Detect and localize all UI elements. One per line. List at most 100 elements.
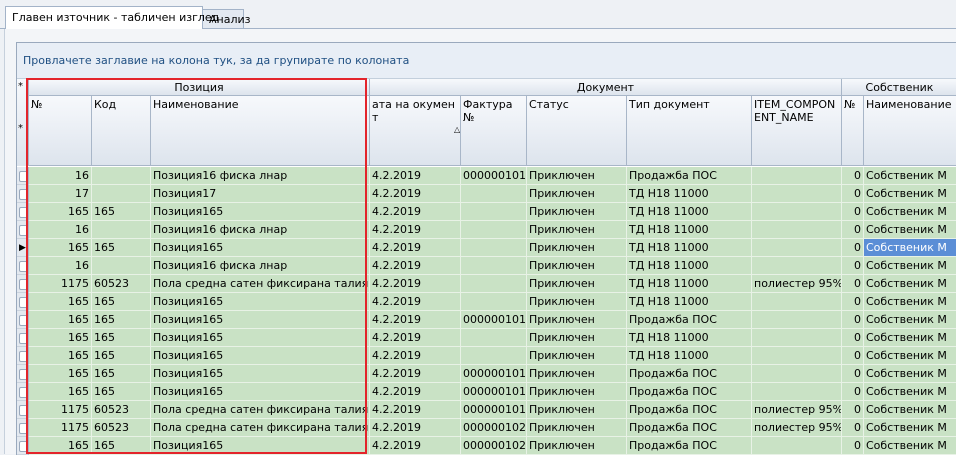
cell-code[interactable]: 165 <box>92 365 151 383</box>
cell-status[interactable]: Приключен <box>527 311 627 329</box>
cell-owner-no[interactable]: 0 <box>842 311 864 329</box>
cell-owner-no[interactable]: 0 <box>842 257 864 275</box>
cell-name[interactable]: Позиция165 <box>151 437 370 455</box>
cell-no[interactable]: 165 <box>29 239 92 257</box>
cell-owner-name[interactable]: Собственик М <box>864 437 956 455</box>
cell-no[interactable]: 165 <box>29 311 92 329</box>
cell-item-component[interactable] <box>752 167 842 185</box>
column-header-owner-no[interactable]: № <box>842 96 864 166</box>
cell-no[interactable]: 16 <box>29 221 92 239</box>
cell-owner-name[interactable]: Собственик М <box>864 239 956 257</box>
cell-owner-name[interactable]: Собственик М <box>864 347 956 365</box>
cell-owner-no[interactable]: 0 <box>842 167 864 185</box>
cell-owner-name[interactable]: Собственик М <box>864 383 956 401</box>
table-row[interactable]: 16 Позиция16 фиска лнар 4.2.2019 Приключен Т… <box>17 221 956 239</box>
cell-invoice[interactable] <box>461 239 527 257</box>
cell-item-component[interactable] <box>752 221 842 239</box>
cell-doctype[interactable]: ТД Н18 11000 <box>627 347 752 365</box>
cell-doctype[interactable]: ТД Н18 11000 <box>627 275 752 293</box>
cell-invoice[interactable] <box>461 275 527 293</box>
cell-owner-name[interactable]: Собственик М <box>864 257 956 275</box>
cell-status[interactable]: Приключен <box>527 221 627 239</box>
cell-date[interactable]: 4.2.2019 <box>370 203 461 221</box>
cell-date[interactable]: 4.2.2019 <box>370 275 461 293</box>
cell-owner-name[interactable]: Собственик М <box>864 311 956 329</box>
cell-date[interactable]: 4.2.2019 <box>370 257 461 275</box>
row-selector[interactable] <box>17 347 29 365</box>
cell-code[interactable]: 165 <box>92 293 151 311</box>
cell-owner-no[interactable]: 0 <box>842 329 864 347</box>
cell-owner-name[interactable]: Собственик М <box>864 419 956 437</box>
cell-name[interactable]: Позиция16 фиска лнар <box>151 167 370 185</box>
cell-doctype[interactable]: ТД Н18 11000 <box>627 185 752 203</box>
column-header-owner-name[interactable]: Наименование <box>864 96 956 166</box>
cell-item-component[interactable] <box>752 347 842 365</box>
cell-invoice[interactable] <box>461 203 527 221</box>
cell-doctype[interactable]: Продажба ПОС <box>627 419 752 437</box>
cell-no[interactable]: 165 <box>29 203 92 221</box>
cell-doctype[interactable]: ТД Н18 11000 <box>627 203 752 221</box>
table-row[interactable]: 165 165 Позиция165 4.2.2019 Приключен ТД Н18 … <box>17 293 956 311</box>
cell-date[interactable]: 4.2.2019 <box>370 311 461 329</box>
tab-main-grid[interactable]: Главен източник - табличен изглед <box>5 6 219 29</box>
cell-code[interactable] <box>92 185 151 203</box>
cell-item-component[interactable] <box>752 437 842 455</box>
cell-name[interactable]: Пола средна сатен фиксирана талия прел <box>151 275 370 293</box>
cell-owner-no[interactable]: 0 <box>842 419 864 437</box>
cell-date[interactable]: 4.2.2019 <box>370 167 461 185</box>
row-selector[interactable] <box>17 221 29 239</box>
cell-doctype[interactable]: ТД Н18 11000 <box>627 221 752 239</box>
cell-item-component[interactable] <box>752 203 842 221</box>
cell-owner-name[interactable]: Собственик М <box>864 203 956 221</box>
cell-date[interactable]: 4.2.2019 <box>370 239 461 257</box>
cell-invoice[interactable] <box>461 185 527 203</box>
cell-no[interactable]: 165 <box>29 437 92 455</box>
cell-name[interactable]: Позиция165 <box>151 365 370 383</box>
cell-owner-no[interactable]: 0 <box>842 437 864 455</box>
row-selector[interactable] <box>17 329 29 347</box>
cell-no[interactable]: 165 <box>29 365 92 383</box>
cell-invoice[interactable]: 0000001019 <box>461 401 527 419</box>
cell-invoice[interactable] <box>461 293 527 311</box>
cell-date[interactable]: 4.2.2019 <box>370 293 461 311</box>
cell-owner-no[interactable]: 0 <box>842 365 864 383</box>
cell-invoice[interactable] <box>461 257 527 275</box>
cell-invoice[interactable]: 0000001014 <box>461 167 527 185</box>
cell-status[interactable]: Приключен <box>527 347 627 365</box>
cell-no[interactable]: 1175 <box>29 419 92 437</box>
cell-status[interactable]: Приключен <box>527 185 627 203</box>
row-selector[interactable] <box>17 275 29 293</box>
table-row[interactable]: 16 Позиция16 фиска лнар 4.2.2019 Приключен Т… <box>17 257 956 275</box>
table-row[interactable]: 165 165 Позиция165 4.2.2019 Приключен ТД Н18 … <box>17 329 956 347</box>
table-row[interactable]: ▶ 165 165 Позиция165 4.2.2019 Приключен ТД Н18… <box>17 239 956 257</box>
cell-code[interactable]: 60523 <box>92 275 151 293</box>
cell-invoice[interactable]: 0000001016 <box>461 365 527 383</box>
row-selector[interactable] <box>17 257 29 275</box>
table-row[interactable]: 165 165 Позиция165 4.2.2019 0000001021 Приклю… <box>17 437 956 455</box>
cell-date[interactable]: 4.2.2019 <box>370 419 461 437</box>
cell-owner-name[interactable]: Собственик М <box>864 275 956 293</box>
table-row[interactable]: 165 165 Позиция165 4.2.2019 Приключен ТД Н18 … <box>17 203 956 221</box>
band-document[interactable]: Документ <box>370 79 842 96</box>
cell-code[interactable]: 165 <box>92 239 151 257</box>
cell-item-component[interactable] <box>752 383 842 401</box>
column-header-no[interactable]: № <box>29 96 92 166</box>
cell-doctype[interactable]: ТД Н18 11000 <box>627 239 752 257</box>
cell-invoice[interactable]: 0000001018 <box>461 383 527 401</box>
cell-status[interactable]: Приключен <box>527 275 627 293</box>
cell-date[interactable]: 4.2.2019 <box>370 185 461 203</box>
cell-owner-no[interactable]: 0 <box>842 185 864 203</box>
table-row[interactable]: 16 Позиция16 фиска лнар 4.2.2019 0000001014… <box>17 167 956 185</box>
cell-no[interactable]: 1175 <box>29 401 92 419</box>
cell-item-component[interactable]: полиестер 95% , <box>752 419 842 437</box>
cell-owner-no[interactable]: 0 <box>842 401 864 419</box>
cell-name[interactable]: Пола средна сатен фиксирана талия прел <box>151 419 370 437</box>
cell-name[interactable]: Позиция165 <box>151 311 370 329</box>
cell-date[interactable]: 4.2.2019 <box>370 221 461 239</box>
cell-status[interactable]: Приключен <box>527 257 627 275</box>
cell-owner-no[interactable]: 0 <box>842 239 864 257</box>
row-selector[interactable] <box>17 437 29 455</box>
cell-item-component[interactable] <box>752 185 842 203</box>
cell-item-component[interactable]: полиестер 95% , <box>752 275 842 293</box>
column-header-invoice[interactable]: Фактура № <box>461 96 527 166</box>
